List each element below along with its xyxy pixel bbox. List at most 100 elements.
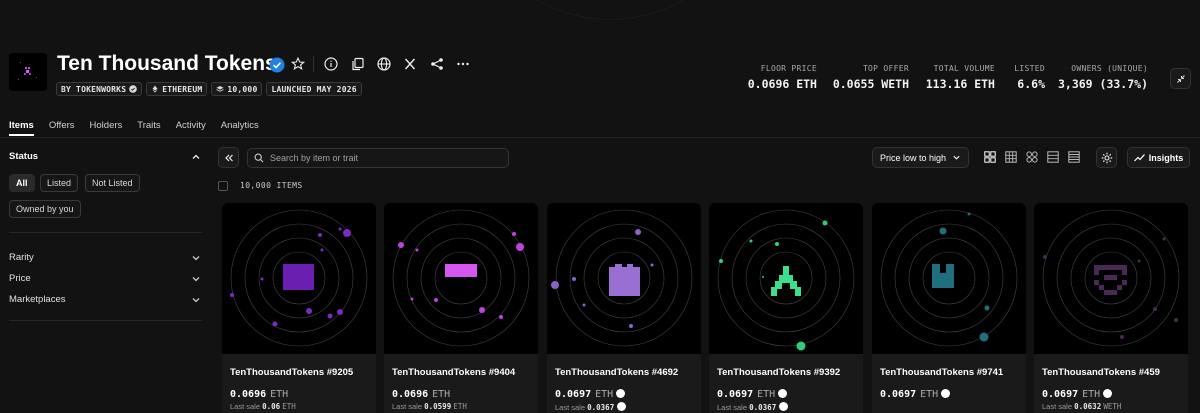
chain-chip: ETHEREUM [146, 82, 208, 96]
tabs-divider [0, 137, 1200, 138]
search-input[interactable] [270, 153, 500, 163]
stat-label: TOTAL VOLUME [933, 64, 995, 73]
sort-label: Price low to high [880, 152, 947, 163]
nft-card[interactable]: TenThousandTokens #9392 0.0697 ETH Last s… [709, 203, 863, 413]
status-all-pill[interactable]: All [9, 174, 35, 192]
tab-holders[interactable]: Holders [90, 120, 123, 131]
filter-price[interactable]: Price [9, 273, 31, 284]
sidebar-divider [9, 320, 202, 321]
nft-price: 0.0696 ETH [230, 389, 289, 400]
collapse-sidebar-button[interactable] [218, 147, 239, 168]
chevron-down-icon[interactable] [191, 253, 201, 263]
x-twitter-icon[interactable] [402, 56, 418, 72]
view-table-icon[interactable] [1067, 150, 1081, 164]
marketplace-icon [941, 389, 951, 398]
stat-label: FLOOR PRICE [760, 64, 817, 73]
supply-chip: 10,000 [211, 82, 263, 96]
nft-price: 0.0697 ETH [880, 389, 951, 400]
gear-icon [1101, 152, 1112, 163]
nft-last-sale: Last sale 0.0367 [555, 402, 627, 412]
copy-icon[interactable] [350, 56, 366, 72]
chevron-down-icon[interactable] [191, 274, 201, 284]
collection-avatar [9, 53, 47, 91]
more-options-icon[interactable] [455, 56, 471, 72]
status-listed-pill[interactable]: Listed [40, 174, 79, 192]
nft-card[interactable]: TenThousandTokens #9741 0.0697 ETH [872, 203, 1026, 413]
verified-icon [269, 57, 285, 73]
nft-image [1034, 203, 1188, 354]
tab-offers[interactable]: Offers [49, 120, 75, 131]
sort-dropdown[interactable]: Price low to high [872, 147, 969, 168]
marketplace-icon [616, 389, 626, 398]
nft-image [709, 203, 863, 354]
insights-label: Insights [1148, 152, 1184, 163]
items-count: 10,000 ITEMS [240, 181, 303, 190]
creator-chip[interactable]: BY TOKENWORKS [56, 82, 143, 96]
stat-label: LISTED [1014, 64, 1045, 73]
nft-card[interactable]: TenThousandTokens #9205 0.0696 ETH Last s… [222, 203, 376, 413]
tab-items[interactable]: Items [9, 120, 34, 136]
filter-rarity[interactable]: Rarity [9, 252, 34, 263]
chevron-down-icon[interactable] [191, 295, 201, 305]
settings-button[interactable] [1096, 147, 1117, 168]
status-not-listed-pill[interactable]: Not Listed [85, 174, 140, 192]
share-icon[interactable] [429, 56, 445, 72]
double-chevron-left-icon [224, 154, 233, 161]
collapse-stats-button[interactable] [1170, 68, 1191, 89]
nft-price: 0.0697 ETH [555, 389, 626, 400]
tab-traits[interactable]: Traits [137, 120, 160, 131]
search-icon [254, 153, 264, 163]
nft-name: TenThousandTokens #4692 [555, 367, 679, 378]
nft-image [222, 203, 376, 354]
stat-floor-price: FLOOR PRICE 0.0696 ETH [748, 64, 817, 91]
stat-value: 113.16 ETH [925, 77, 995, 91]
insights-button[interactable]: Insights [1127, 147, 1190, 168]
nft-name: TenThousandTokens #459 [1042, 367, 1160, 378]
stat-total-volume: TOTAL VOLUME 113.16 ETH [926, 64, 995, 91]
layers-icon [216, 86, 225, 92]
collapse-icon [1176, 74, 1185, 83]
view-grid-small-icon[interactable] [1004, 150, 1018, 164]
nft-last-sale: Last sale 0.0599 ETH [392, 402, 467, 411]
info-icon[interactable] [323, 56, 339, 72]
search-box [247, 148, 509, 168]
nft-card[interactable]: TenThousandTokens #459 0.0697 ETH Last sa… [1034, 203, 1188, 413]
nft-image [547, 203, 701, 354]
stat-owners: OWNERS (UNIQUE) 3,369 (33.7%) [1058, 64, 1148, 91]
nft-card[interactable]: TenThousandTokens #4692 0.0697 ETH Last s… [547, 203, 701, 413]
chevron-up-icon[interactable] [191, 152, 201, 162]
status-owned-pill[interactable]: Owned by you [9, 200, 81, 218]
header-divider [313, 56, 314, 72]
tab-analytics[interactable]: Analytics [221, 120, 259, 131]
nft-name: TenThousandTokens #9741 [880, 367, 1004, 378]
view-list-icon[interactable] [1046, 150, 1060, 164]
nft-price: 0.0697 ETH [717, 389, 788, 400]
view-grid-large-icon[interactable] [983, 150, 997, 164]
marketplace-icon [617, 402, 627, 411]
stat-value: 0.0655 WETH [832, 77, 909, 91]
tab-activity[interactable]: Activity [176, 120, 206, 131]
select-all-checkbox[interactable] [218, 181, 228, 191]
trend-icon [1133, 154, 1145, 162]
star-icon[interactable] [290, 56, 306, 72]
globe-icon[interactable] [376, 56, 392, 72]
nft-name: TenThousandTokens #9404 [392, 367, 516, 378]
marketplace-icon [778, 389, 788, 398]
collection-title: Ten Thousand Tokens [57, 52, 277, 75]
marketplace-icon [779, 402, 789, 411]
collection-chips: BY TOKENWORKS ETHEREUM 10,000 LAUNCHED M… [56, 82, 362, 96]
ethereum-icon [152, 85, 158, 93]
nft-image [872, 203, 1026, 354]
nft-card[interactable]: TenThousandTokens #9404 0.0696 ETH Last s… [384, 203, 538, 413]
stat-top-offer: TOP OFFER 0.0655 WETH [833, 64, 909, 91]
nft-last-sale: Last sale 0.0367 [717, 402, 789, 412]
filter-marketplaces[interactable]: Marketplaces [9, 294, 66, 305]
stat-label: TOP OFFER [862, 64, 909, 73]
stat-listed: LISTED 6.6% [1014, 64, 1045, 91]
nft-name: TenThousandTokens #9392 [717, 367, 841, 378]
view-gallery-icon[interactable] [1025, 150, 1039, 164]
status-filter-title: Status [9, 151, 39, 162]
nft-image [384, 203, 538, 354]
verified-small-icon [129, 85, 138, 93]
stat-value: 0.0696 ETH [747, 77, 817, 91]
